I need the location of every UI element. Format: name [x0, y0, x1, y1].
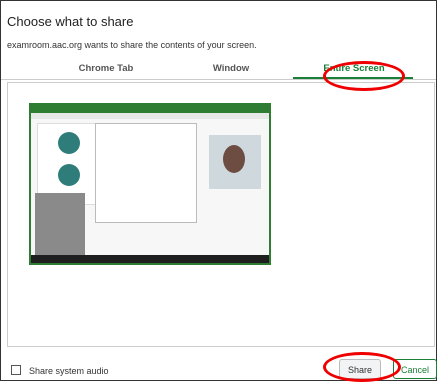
thumbnail-titlebar [31, 105, 269, 113]
dialog-subtitle: examroom.aac.org wants to share the cont… [7, 40, 257, 50]
screen-thumbnail[interactable] [29, 103, 271, 265]
thumbnail-face [223, 145, 245, 173]
share-audio-checkbox[interactable] [11, 365, 21, 375]
dialog-title: Choose what to share [7, 14, 134, 29]
highlight-circle-entire-screen [323, 61, 405, 91]
thumbnail-taskbar [31, 255, 269, 263]
thumbnail-gray-window [35, 193, 85, 255]
share-dialog: Choose what to share examroom.aac.org wa… [0, 0, 437, 382]
share-audio-label: Share system audio [29, 366, 109, 376]
thumbnail-dialog [95, 123, 197, 223]
thumbnail-circle-icon [58, 132, 80, 154]
thumbnail-addressbar [31, 113, 269, 119]
thumbnail-circle-icon [58, 164, 80, 186]
tab-window[interactable]: Window [176, 63, 286, 74]
tab-chrome-tab[interactable]: Chrome Tab [51, 63, 161, 74]
highlight-circle-share [323, 352, 401, 382]
